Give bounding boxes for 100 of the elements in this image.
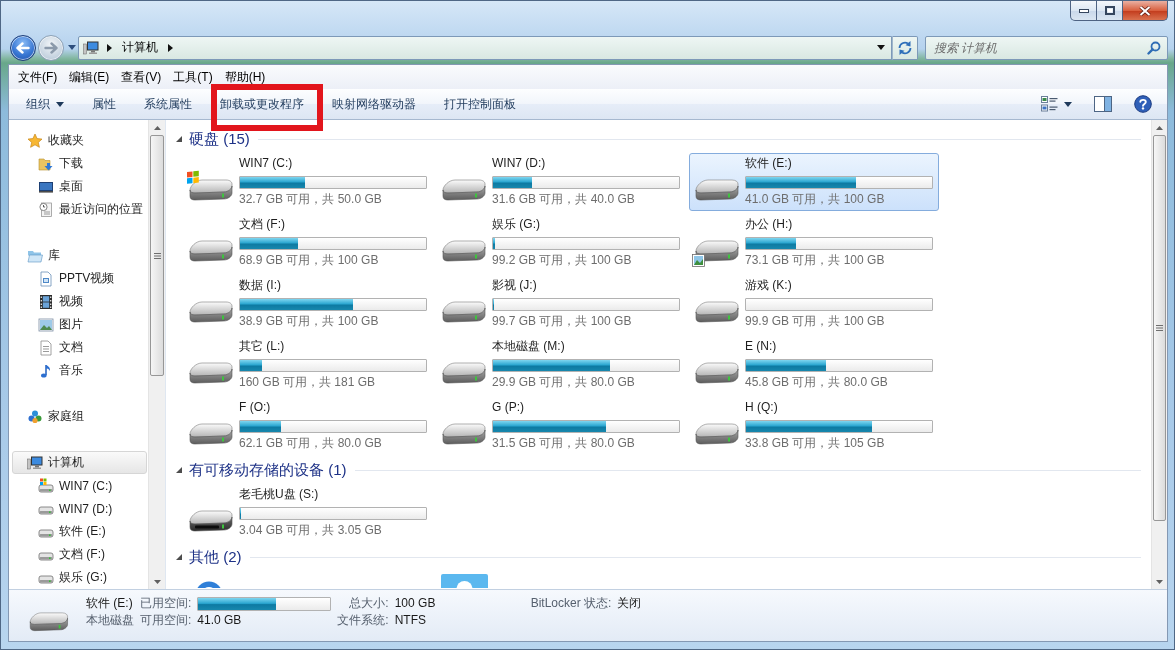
list-view-icon: [1041, 96, 1059, 112]
help-icon: [1134, 95, 1152, 113]
nav-item[interactable]: 音乐: [12, 359, 147, 382]
menu-item[interactable]: 帮助(H): [218, 67, 272, 87]
caret-down-icon: [1064, 101, 1072, 107]
refresh-button[interactable]: [892, 35, 918, 60]
free-space-text: 99.7 GB 可用，共 100 GB: [492, 313, 633, 329]
drive-tile[interactable]: F (O:) 62.1 GB 可用，共 80.0 GB: [183, 397, 433, 455]
menu-item[interactable]: 编辑(E): [63, 67, 116, 87]
toolbar-button[interactable]: 打开控制面板: [430, 89, 530, 119]
nav-item[interactable]: 计算机: [12, 451, 147, 474]
toolbar-button[interactable]: 卸载或更改程序: [206, 89, 318, 119]
toolbar-button[interactable]: 映射网络驱动器: [318, 89, 430, 119]
address-bar[interactable]: 计算机: [78, 35, 892, 60]
drive-label: WIN7 (D:): [492, 156, 547, 171]
details-type: 本地磁盘: [86, 613, 134, 628]
drive-tile[interactable]: 数据 (I:) 38.9 GB 可用，共 100 GB: [183, 275, 433, 333]
drive-label: 本地磁盘 (M:): [492, 339, 566, 354]
preview-pane-icon: [1094, 96, 1112, 112]
nav-item[interactable]: 文档: [12, 336, 147, 359]
toolbar-button[interactable]: 属性: [78, 89, 130, 119]
group-header[interactable]: 有可移动存储的设备 (1): [189, 460, 347, 480]
free-space-text: 62.1 GB 可用，共 80.0 GB: [239, 435, 383, 451]
drive-tile[interactable]: G (P:) 31.5 GB 可用，共 80.0 GB: [436, 397, 686, 455]
drive-tile[interactable]: 办公 (H:) 73.1 GB 可用，共 100 GB: [689, 214, 939, 272]
menu-item[interactable]: 查看(V): [115, 67, 168, 87]
menu-item[interactable]: 文件(F): [12, 67, 64, 87]
nav-item[interactable]: 软件 (E:): [12, 520, 147, 543]
property-label: 文件系统:: [337, 613, 389, 628]
drive-label: H (Q:): [745, 400, 779, 415]
drive-tile[interactable]: 本地磁盘 (M:) 29.9 GB 可用，共 80.0 GB: [436, 336, 686, 394]
free-space-text: 32.7 GB 可用，共 50.0 GB: [239, 191, 383, 207]
drive-tile[interactable]: 游戏 (K:) 99.9 GB 可用，共 100 GB: [689, 275, 939, 333]
document-clock-icon: [38, 201, 54, 218]
caret-down-icon: [877, 45, 885, 50]
drive-tile[interactable]: 软件 (E:) 41.0 GB 可用，共 100 GB: [689, 153, 939, 211]
search-field[interactable]: 搜索 计算机: [925, 35, 1168, 60]
minimize-button[interactable]: [1070, 1, 1097, 21]
drive-tile[interactable]: 影视 (J:) 99.7 GB 可用，共 100 GB: [436, 275, 686, 333]
drive-tile[interactable]: WIN7 (C:) 32.7 GB 可用，共 50.0 GB: [183, 153, 433, 211]
group-header[interactable]: 硬盘 (15): [189, 129, 250, 149]
scrollbar[interactable]: [1151, 120, 1167, 589]
nav-item[interactable]: 收藏夹: [12, 129, 147, 152]
drive-tile[interactable]: 其它 (L:) 160 GB 可用，共 181 GB: [183, 336, 433, 394]
drive-label: 老毛桃U盘 (S:): [239, 487, 320, 502]
nav-item[interactable]: 家庭组: [12, 405, 147, 428]
computer-icon: [27, 454, 43, 471]
scroll-thumb[interactable]: [150, 135, 164, 376]
drive-tile[interactable]: 娱乐 (G:) 99.2 GB 可用，共 100 GB: [436, 214, 686, 272]
scroll-thumb[interactable]: [1153, 135, 1166, 521]
group-header[interactable]: 其他 (2): [189, 547, 242, 567]
menu-item[interactable]: 工具(T): [167, 67, 219, 87]
nav-item[interactable]: 下载: [12, 152, 147, 175]
free-space-text: 31.6 GB 可用，共 40.0 GB: [492, 191, 636, 207]
nav-item[interactable]: 库: [12, 244, 147, 267]
back-button[interactable]: [10, 34, 36, 61]
spheres-icon: [27, 408, 43, 425]
property-label: 总大小:: [349, 596, 389, 611]
nav-item[interactable]: 娱乐 (G:): [12, 566, 147, 589]
drive-tile[interactable]: 老毛桃U盘 (S:) 3.04 GB 可用，共 3.05 GB: [183, 484, 433, 542]
property-label: 可用空间:: [140, 613, 192, 628]
close-button[interactable]: [1122, 1, 1168, 21]
caret-down-icon: [1156, 579, 1163, 584]
nav-item[interactable]: WIN7 (D:): [12, 497, 147, 520]
nav-item[interactable]: 桌面: [12, 175, 147, 198]
nav-item[interactable]: WIN7 (C:): [12, 474, 147, 497]
details-name: 软件 (E:): [86, 596, 133, 611]
free-space-text: 33.8 GB 可用，共 105 GB: [745, 435, 886, 451]
free-space-text: 45.8 GB 可用，共 80.0 GB: [745, 374, 889, 390]
nav-item[interactable]: 最近访问的位置: [12, 198, 147, 221]
drive-label: E (N:): [745, 339, 778, 354]
drive-tile[interactable]: WIN7 (D:) 31.6 GB 可用，共 40.0 GB: [436, 153, 686, 211]
drive-tile[interactable]: 文档 (F:) 68.9 GB 可用，共 100 GB: [183, 214, 433, 272]
star-icon: [27, 132, 43, 149]
caret-up-icon: [153, 125, 161, 130]
property-value: NTFS: [394, 613, 427, 628]
toolbar-button[interactable]: 组织: [12, 89, 78, 119]
property-label: 已用空间:: [140, 596, 192, 611]
nav-item[interactable]: 文档 (F:): [12, 543, 147, 566]
free-space-text: 3.04 GB 可用，共 3.05 GB: [239, 522, 383, 538]
maximize-button[interactable]: [1096, 1, 1123, 21]
free-space-text: 68.9 GB 可用，共 100 GB: [239, 252, 380, 268]
property-value: 关闭: [617, 596, 642, 611]
arrow-right-icon: [44, 41, 58, 54]
nav-item[interactable]: 视频: [12, 290, 147, 313]
drive-label: G (P:): [492, 400, 525, 415]
document-icon: [38, 339, 54, 356]
maximize-icon: [1104, 6, 1115, 15]
drive-tile[interactable]: H (Q:) 33.8 GB 可用，共 105 GB: [689, 397, 939, 455]
nav-item[interactable]: 图片: [12, 313, 147, 336]
close-icon: [1139, 5, 1151, 16]
property-value: 100 GB: [394, 596, 436, 611]
scrollbar[interactable]: [148, 120, 165, 589]
drive-tile[interactable]: E (N:) 45.8 GB 可用，共 80.0 GB: [689, 336, 939, 394]
chevron-right-icon: [107, 43, 112, 52]
breadcrumb[interactable]: 计算机: [120, 37, 160, 58]
nav-item[interactable]: PPTV视频: [12, 267, 147, 290]
caret-down-icon: [56, 101, 64, 107]
toolbar-button[interactable]: 系统属性: [130, 89, 206, 119]
drive-label: 游戏 (K:): [745, 278, 793, 293]
